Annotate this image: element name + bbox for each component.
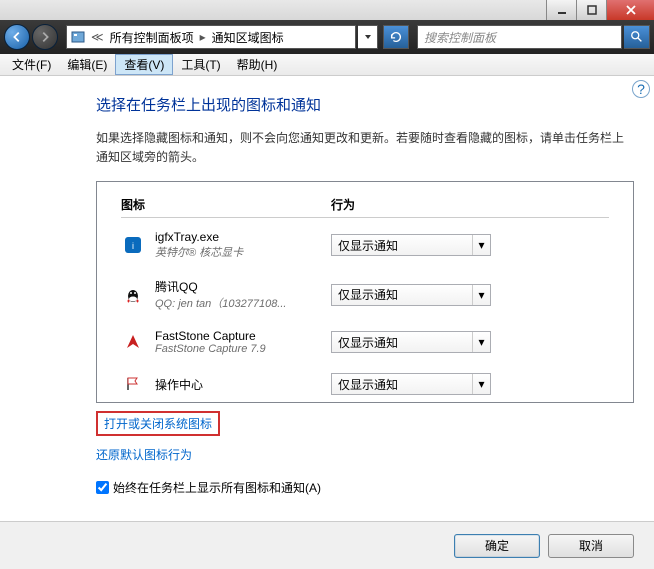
maximize-button[interactable] [576,0,606,20]
titlebar [0,0,654,20]
breadcrumb-dropdown[interactable] [358,25,378,49]
breadcrumb-seg-1[interactable]: 所有控制面板项 [106,26,198,48]
close-button[interactable] [606,0,654,20]
chevron-right-icon: ▸ [198,30,208,44]
behavior-select[interactable]: 仅显示通知▾ [331,373,491,395]
refresh-button[interactable] [383,25,409,49]
menu-help[interactable]: 帮助(H) [229,54,286,75]
page-description: 如果选择隐藏图标和通知，则不会向您通知更改和更新。若要随时查看隐藏的图标，请单击… [96,129,634,167]
menu-file[interactable]: 文件(F) [4,54,59,75]
menu-view[interactable]: 查看(V) [115,54,173,75]
col-behavior: 行为 [331,196,609,213]
chevron-down-icon: ▾ [472,332,490,352]
search-input[interactable]: 搜索控制面板 [417,25,622,49]
restore-defaults-link[interactable]: 还原默认图标行为 [96,446,192,463]
item-sub: 英特尔® 核芯显卡 [155,244,331,260]
back-button[interactable] [4,24,30,50]
chevron-left-icon: ≪ [89,30,106,44]
item-name: igfxTray.exe [155,230,331,244]
chevron-down-icon: ▾ [472,285,490,305]
menu-tools[interactable]: 工具(T) [173,54,228,75]
breadcrumb-seg-2[interactable]: 通知区域图标 [208,26,288,48]
cancel-button[interactable]: 取消 [548,534,634,558]
always-show-checkbox-row[interactable]: 始终在任务栏上显示所有图标和通知(A) [96,479,634,496]
col-icon: 图标 [121,196,331,213]
list-header: 图标 行为 [121,196,609,218]
item-sub: QQ: jen tan（103277108... [155,295,331,311]
search-placeholder: 搜索控制面板 [424,29,496,46]
system-icons-link[interactable]: 打开或关闭系统图标 [96,411,220,436]
item-name: FastStone Capture [155,329,331,343]
menubar: 文件(F) 编辑(E) 查看(V) 工具(T) 帮助(H) [0,54,654,76]
behavior-select[interactable]: 仅显示通知▾ [331,284,491,306]
flag-icon [121,374,145,394]
always-show-checkbox[interactable] [96,481,109,494]
behavior-select[interactable]: 仅显示通知▾ [331,234,491,256]
page-title: 选择在任务栏上出现的图标和通知 [96,94,634,115]
navbar: ≪ 所有控制面板项 ▸ 通知区域图标 搜索控制面板 [0,20,654,54]
icons-listbox: 图标 行为 i igfxTray.exe 英特尔® 核芯显卡 仅显示通知▾ 腾讯… [96,181,634,403]
search-button[interactable] [624,25,650,49]
list-item: i igfxTray.exe 英特尔® 核芯显卡 仅显示通知▾ [121,230,609,260]
item-name: 腾讯QQ [155,278,331,295]
control-panel-icon [67,29,89,45]
faststone-icon [121,332,145,352]
chevron-down-icon: ▾ [472,235,490,255]
forward-button[interactable] [32,24,58,50]
list-item: FastStone Capture FastStone Capture 7.9 … [121,329,609,355]
checkbox-label: 始终在任务栏上显示所有图标和通知(A) [113,479,321,496]
breadcrumb[interactable]: ≪ 所有控制面板项 ▸ 通知区域图标 [66,25,356,49]
qq-icon [121,285,145,305]
behavior-select[interactable]: 仅显示通知▾ [331,331,491,353]
footer: 确定 取消 [0,521,654,569]
list-item: 操作中心 仅显示通知▾ [121,373,609,395]
intel-icon: i [121,235,145,255]
ok-button[interactable]: 确定 [454,534,540,558]
svg-text:i: i [132,241,134,251]
minimize-button[interactable] [546,0,576,20]
menu-edit[interactable]: 编辑(E) [59,54,115,75]
help-icon[interactable]: ? [632,80,650,98]
list-item: 腾讯QQ QQ: jen tan（103277108... 仅显示通知▾ [121,278,609,311]
chevron-down-icon: ▾ [472,374,490,394]
item-sub: FastStone Capture 7.9 [155,343,331,355]
item-name: 操作中心 [155,376,331,393]
